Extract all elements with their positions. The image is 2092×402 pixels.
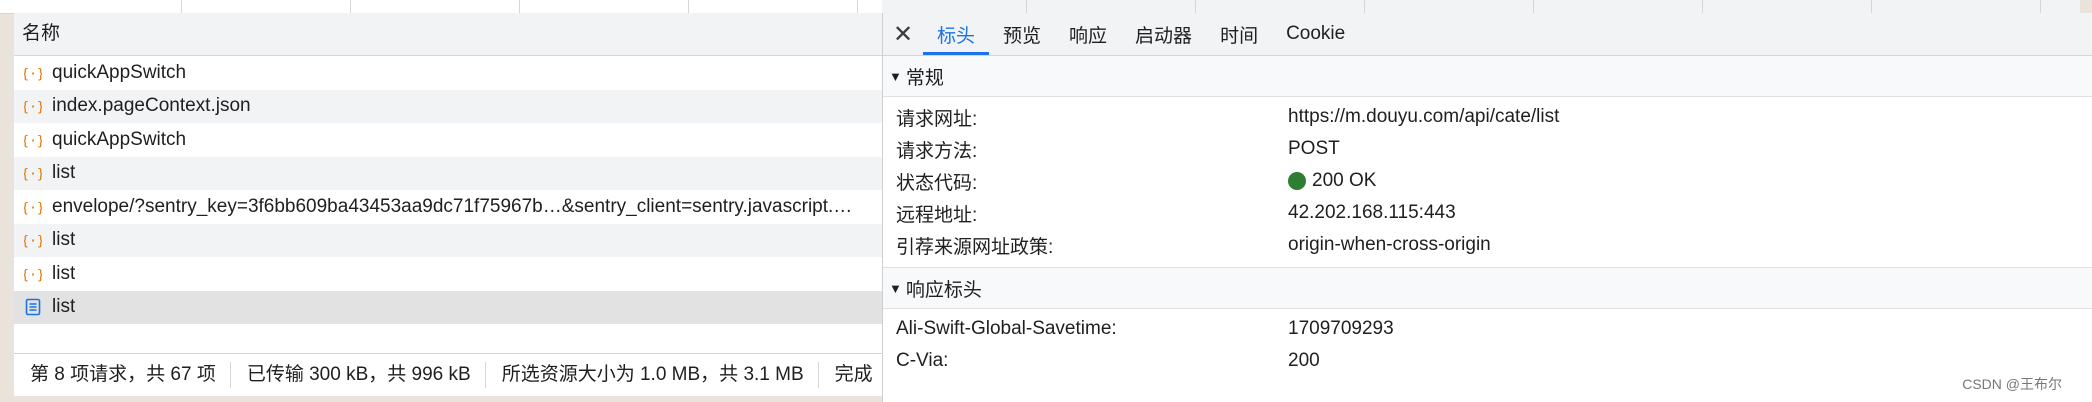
request-row[interactable]: {·} list — [14, 156, 882, 190]
request-row[interactable]: {·} index.pageContext.json — [14, 89, 882, 123]
svg-text:{·}: {·} — [24, 67, 42, 82]
header-row: 请求方法: POST — [883, 133, 2092, 165]
status-ok-icon — [1288, 172, 1306, 190]
tab-timing[interactable]: 时间 — [1206, 13, 1272, 55]
watermark: CSDN @王布尔 — [1962, 376, 2062, 392]
tab-response[interactable]: 响应 — [1055, 13, 1121, 55]
header-key: 状态代码: — [896, 172, 978, 194]
header-row: 状态代码: 200 OK — [883, 165, 2092, 197]
request-row-selected[interactable]: list — [14, 290, 882, 324]
header-value: origin-when-cross-origin — [1288, 234, 1491, 255]
close-icon[interactable]: ✕ — [883, 13, 923, 55]
response-headers-section: Ali-Swift-Global-Savetime: 1709709293 C-… — [883, 309, 2092, 383]
section-title: 常规 — [905, 67, 944, 89]
request-row[interactable]: {·} list — [14, 257, 882, 291]
resources-size: 所选资源大小为 1.0 MB，共 3.1 MB — [486, 362, 819, 388]
request-name: list — [52, 162, 76, 184]
list-column-header-strip — [0, 0, 882, 14]
status-text: 200 OK — [1312, 170, 1377, 191]
status-value: 200 OK — [1288, 170, 1376, 192]
document-icon — [25, 298, 41, 316]
tab-preview[interactable]: 预览 — [989, 13, 1055, 55]
name-column-header[interactable]: 名称 — [14, 13, 882, 56]
network-status-bar: 第 8 项请求，共 67 项 已传输 300 kB，共 996 kB 所选资源大… — [14, 353, 882, 396]
tab-cookies[interactable]: Cookie — [1272, 13, 1359, 55]
finish-time: 完成 — [834, 364, 873, 385]
section-title: 响应标头 — [905, 279, 982, 301]
json-brace-icon: {·} — [24, 134, 42, 149]
header-value: 200 — [1288, 350, 1320, 371]
header-row: 引荐来源网址政策: origin-when-cross-origin — [883, 229, 2092, 261]
general-section: 请求网址: https://m.douyu.com/api/cate/list … — [883, 97, 2092, 268]
request-name: list — [52, 296, 76, 318]
json-brace-icon: {·} — [24, 234, 42, 249]
request-name: quickAppSwitch — [52, 128, 187, 150]
svg-text:{·}: {·} — [24, 268, 42, 283]
header-row: 请求网址: https://m.douyu.com/api/cate/list — [883, 101, 2092, 133]
request-name: index.pageContext.json — [52, 95, 251, 117]
details-tabbar: ✕ 标头 预览 响应 启动器 时间 Cookie — [883, 13, 2092, 56]
header-row: C-Via: 200 — [883, 345, 2092, 377]
request-row[interactable]: {·} quickAppSwitch — [14, 56, 882, 90]
transferred-size: 已传输 300 kB，共 996 kB — [231, 362, 486, 388]
header-key: Ali-Swift-Global-Savetime: — [896, 318, 1117, 339]
svg-text:{·}: {·} — [24, 201, 42, 216]
header-key: 引荐来源网址政策: — [896, 236, 1054, 258]
header-key: 请求网址: — [896, 108, 978, 130]
tab-initiator[interactable]: 启动器 — [1121, 13, 1206, 55]
request-row[interactable]: {·} envelope/?sentry_key=3f6bb609ba43453… — [14, 190, 882, 224]
general-section-header[interactable]: ▼ 常规 — [883, 56, 2092, 97]
response-headers-section-header[interactable]: ▼ 响应标头 — [883, 268, 2092, 309]
request-name: envelope/?sentry_key=3f6bb609ba43453aa9d… — [52, 195, 853, 217]
collapse-triangle-icon: ▼ — [889, 68, 902, 84]
header-value: POST — [1288, 138, 1340, 159]
header-value: 1709709293 — [1288, 318, 1394, 339]
svg-text:{·}: {·} — [24, 100, 42, 115]
request-row[interactable]: {·} quickAppSwitch — [14, 123, 882, 157]
request-list-panel: 名称 {·} quickAppSwitch {·} index.pageCont… — [14, 13, 882, 396]
header-value: https://m.douyu.com/api/cate/list — [1288, 106, 1560, 127]
json-brace-icon: {·} — [24, 268, 42, 283]
header-value: 42.202.168.115:443 — [1288, 202, 1456, 223]
header-key: 请求方法: — [896, 140, 978, 162]
request-details-panel: ✕ 标头 预览 响应 启动器 时间 Cookie ▼ 常规 请求网址: http… — [883, 13, 2092, 402]
list-column-header-strip-right — [882, 0, 2080, 14]
svg-text:{·}: {·} — [24, 134, 42, 149]
header-key: C-Via: — [896, 350, 949, 371]
json-brace-icon: {·} — [24, 167, 42, 182]
collapse-triangle-icon: ▼ — [889, 280, 902, 296]
request-row[interactable]: {·} list — [14, 223, 882, 257]
json-brace-icon: {·} — [24, 67, 42, 82]
header-row: 远程地址: 42.202.168.115:443 — [883, 197, 2092, 229]
header-row: Ali-Swift-Global-Savetime: 1709709293 — [883, 313, 2092, 345]
request-name: list — [52, 229, 76, 251]
request-name: quickAppSwitch — [52, 61, 187, 83]
svg-text:{·}: {·} — [24, 167, 42, 182]
json-brace-icon: {·} — [24, 100, 42, 115]
tab-headers[interactable]: 标头 — [923, 13, 990, 55]
svg-text:{·}: {·} — [24, 234, 42, 249]
request-count: 第 8 项请求，共 67 项 — [14, 362, 231, 388]
request-name: list — [52, 262, 76, 284]
header-key: 远程地址: — [896, 204, 978, 226]
json-brace-icon: {·} — [24, 201, 42, 216]
